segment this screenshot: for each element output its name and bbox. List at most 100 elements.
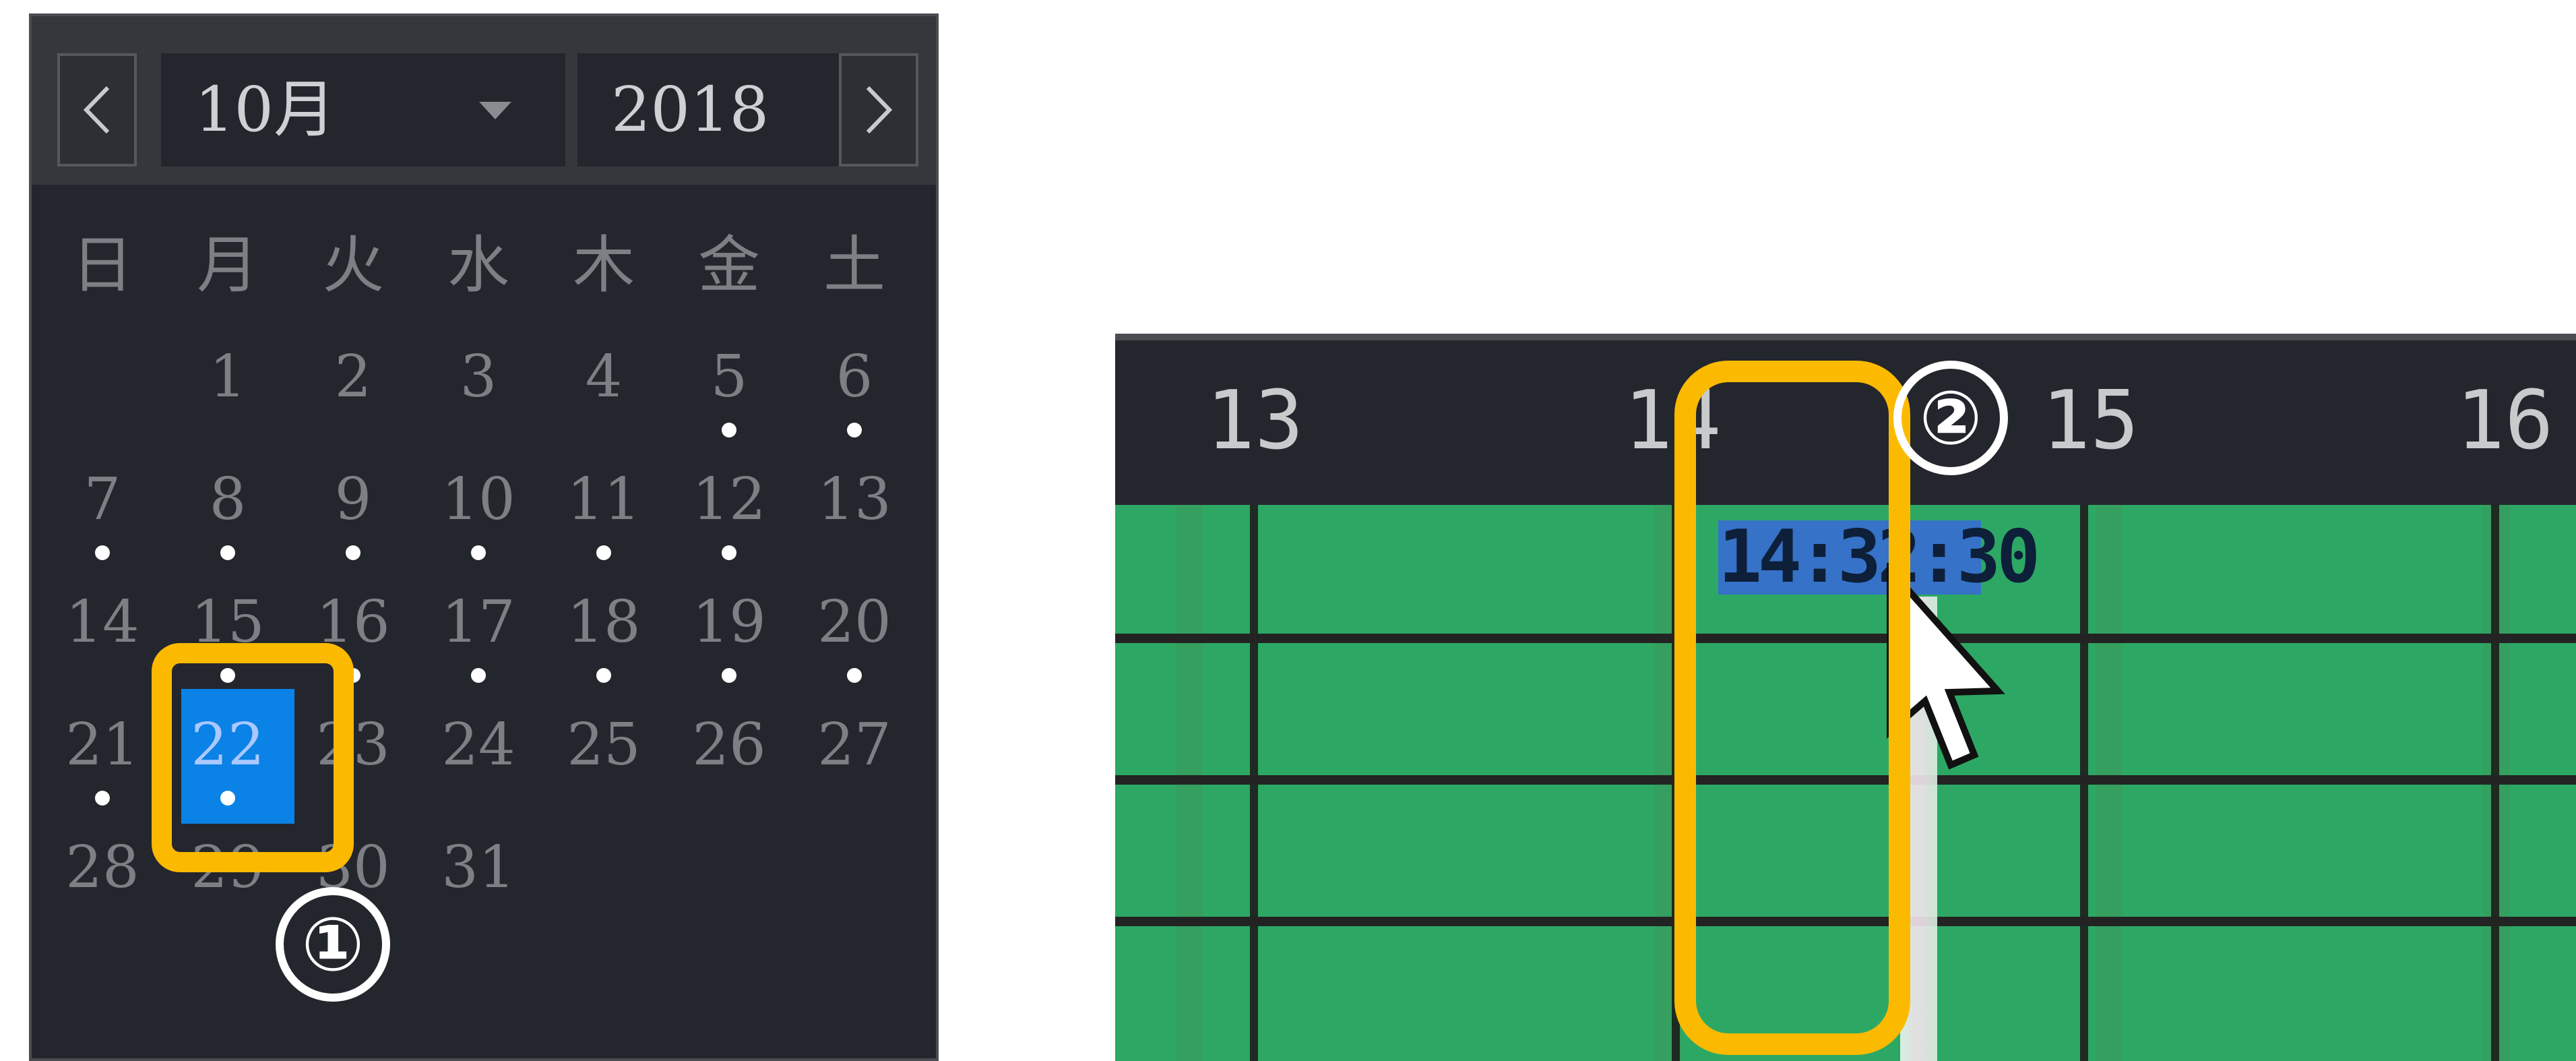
prev-month-button[interactable] [57,53,137,166]
calendar-day[interactable]: 27 [792,704,917,806]
calendar-day[interactable]: 14 [40,582,165,683]
calendar-day[interactable]: 31 [416,827,541,928]
chevron-left-icon [83,86,110,134]
calendar-day[interactable]: 6 [792,336,917,437]
calendar-day[interactable]: 19 [666,582,792,683]
calendar-day[interactable]: 2 [290,336,416,437]
day-number: 14 [65,588,139,656]
day-number: 27 [817,711,891,779]
calendar-day[interactable]: 7 [40,459,165,560]
calendar-day[interactable]: 26 [666,704,792,806]
hour-label-16: 16 [2456,374,2554,468]
recording-indicator-dot [471,668,486,683]
caret-down-icon [479,102,511,119]
recording-indicator-dot [722,668,736,683]
hour-label-15: 15 [2042,374,2139,468]
recording-indicator-dot [220,791,235,806]
calendar-day[interactable]: 25 [541,704,666,806]
recording-indicator-dot [346,545,360,560]
calendar-day-selected[interactable]: 22 [165,704,290,806]
day-number: 3 [460,343,497,411]
weekday-header: 木 [572,229,635,301]
day-number: 29 [191,834,265,901]
day-number: 22 [191,711,265,779]
calendar-day[interactable]: 18 [541,582,666,683]
calendar-day[interactable]: 15 [165,582,290,683]
calendar-day[interactable]: 29 [165,827,290,928]
channel-separator [1115,634,2576,643]
calendar-day[interactable]: 10 [416,459,541,560]
day-number: 9 [334,466,372,533]
day-number: 1 [209,343,247,411]
calendar-day[interactable]: 11 [541,459,666,560]
recording-indicator-dot [847,668,862,683]
calendar-day[interactable]: 16 [290,582,416,683]
recording-indicator-dot [596,545,611,560]
mouse-pointer-icon [1887,563,2005,770]
timeline-panel: 13 14 15 16 14:32:30 ② [1115,334,2576,1061]
day-number: 16 [316,588,390,656]
day-number: 6 [836,343,873,411]
calendar-day[interactable]: 9 [290,459,416,560]
calendar-day[interactable]: 12 [666,459,792,560]
month-select[interactable]: 10月 [161,53,565,166]
next-month-button[interactable] [839,53,918,166]
calendar-day[interactable]: 20 [792,582,917,683]
chevron-right-icon [866,86,893,134]
day-number: 31 [441,834,515,901]
day-number: 8 [209,466,247,533]
step1-marker: ① [276,887,390,1002]
month-value: 10月 [195,73,336,146]
recording-indicator-dot [346,668,360,683]
channel-separator [1115,917,2576,926]
timeline-hour-ruler: 13 14 15 16 [1115,334,2576,505]
hour-label-14: 14 [1624,374,1722,468]
day-number: 19 [692,588,766,656]
day-number: 5 [710,343,748,411]
day-number: 13 [817,466,891,533]
day-number: 18 [567,588,641,656]
calendar-day[interactable]: 28 [40,827,165,928]
day-number: 25 [567,711,641,779]
recording-indicator-dot [471,545,486,560]
year-input[interactable]: 2018 [577,53,847,166]
step2-marker: ② [1893,361,2008,475]
weekday-header: 土 [823,229,885,301]
calendar-day[interactable]: 5 [666,336,792,437]
day-number: 21 [65,711,139,779]
weekday-header: 水 [447,229,509,301]
calendar-panel: 10月 2018 日月火水木金土 1 2 3 4 5 6 7 8 9 10 11 12 13 14 15 16 1… [29,13,939,1061]
calendar-day[interactable]: 13 [792,459,917,560]
day-number: 11 [567,466,641,533]
weekday-header: 金 [697,229,760,301]
recording-indicator-dot [722,545,736,560]
calendar-day[interactable]: 17 [416,582,541,683]
calendar-day[interactable]: 8 [165,459,290,560]
recording-indicator-dot [95,545,110,560]
calendar-header: 10月 2018 [32,16,936,185]
day-number: 10 [441,466,515,533]
calendar-day[interactable]: 24 [416,704,541,806]
day-number: 28 [65,834,139,901]
calendar-day[interactable]: 21 [40,704,165,806]
recording-indicator-dot [722,423,736,437]
weekday-header: 月 [196,229,259,301]
calendar-day[interactable]: 23 [290,704,416,806]
recording-indicator-dot [596,668,611,683]
day-number: 7 [84,466,121,533]
day-number: 20 [817,588,891,656]
day-number: 26 [692,711,766,779]
day-number: 4 [585,343,623,411]
recording-indicator-dot [847,423,862,437]
recording-indicator-dot [95,791,110,806]
hour-label-13: 13 [1206,374,1304,468]
recording-indicator-dot [220,545,235,560]
calendar-day[interactable]: 3 [416,336,541,437]
weekday-header: 日 [71,229,133,301]
calendar-day[interactable]: 4 [541,336,666,437]
day-number: 24 [441,711,515,779]
year-value: 2018 [611,73,769,146]
day-number: 2 [334,343,372,411]
day-number: 15 [191,588,265,656]
calendar-day[interactable]: 1 [165,336,290,437]
